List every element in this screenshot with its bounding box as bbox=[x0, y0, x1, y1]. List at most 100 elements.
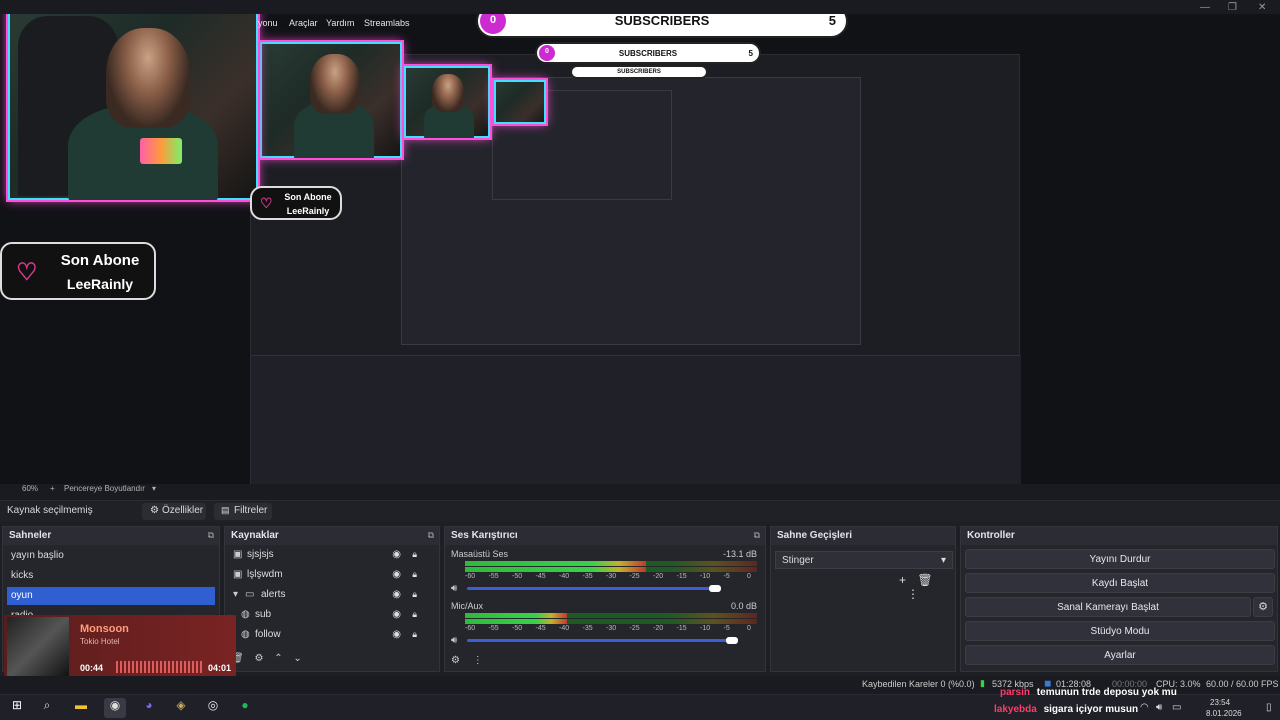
waveform bbox=[116, 661, 202, 673]
mixer-title: Ses Karıştırıcı bbox=[445, 527, 765, 545]
chat-user: lakyebda bbox=[994, 704, 1037, 715]
more-icon[interactable]: ⋮ bbox=[473, 655, 483, 666]
battery-icon[interactable]: ▭ bbox=[1172, 702, 1181, 713]
volume-slider[interactable] bbox=[467, 587, 716, 590]
properties-button[interactable]: ⚙ Özellikler bbox=[142, 503, 206, 520]
dock-float-icon[interactable]: ⧉ bbox=[754, 530, 760, 541]
league-icon[interactable]: ◈ bbox=[170, 698, 192, 718]
scene-item-selected[interactable]: oyun bbox=[7, 587, 215, 605]
move-up-icon[interactable]: ⌃ bbox=[274, 653, 282, 664]
scale-tick: -55 bbox=[488, 573, 499, 580]
eye-icon[interactable]: ◉ bbox=[392, 569, 401, 580]
chevron-down-icon[interactable]: ▾ bbox=[233, 589, 238, 600]
volume-icon[interactable]: 🔊︎ bbox=[1156, 702, 1162, 713]
scale-tick: -20 bbox=[653, 625, 664, 632]
scene-item[interactable]: kicks bbox=[7, 567, 215, 585]
eye-icon[interactable]: ◉ bbox=[392, 609, 401, 620]
source-label: sub bbox=[255, 609, 272, 620]
scale-tick: -60 bbox=[465, 573, 476, 580]
source-row[interactable]: ◍ follow ◉ 🔒︎ bbox=[229, 629, 429, 647]
source-actions: 🗑︎ ⚙ ⌃ ⌄ bbox=[231, 653, 302, 664]
filters-button[interactable]: ▤ Filtreler bbox=[214, 503, 272, 520]
maximize-icon[interactable]: ❐ bbox=[1228, 2, 1237, 13]
obs-window: 0 SUBSCRIBERS 5 0 SUBSCRIBERS 5 SUBSCRIB… bbox=[0, 0, 1280, 720]
more-icon[interactable]: ⋮ bbox=[907, 587, 919, 601]
speaker-icon[interactable]: 🔊︎ bbox=[451, 635, 457, 646]
virtual-camera-settings-icon[interactable]: ⚙ bbox=[1253, 597, 1273, 617]
close-icon[interactable]: ✕ bbox=[1258, 2, 1266, 13]
fit-window-label[interactable]: Pencereye Boyutlandır bbox=[64, 484, 145, 493]
lock-icon[interactable]: 🔒︎ bbox=[412, 549, 417, 560]
transition-select[interactable]: Stinger ▾ bbox=[775, 551, 953, 569]
channel-db: 0.0 dB bbox=[730, 601, 757, 611]
lock-icon[interactable]: 🔒︎ bbox=[412, 589, 417, 600]
clock-date[interactable]: 8.01.2026 bbox=[1206, 709, 1242, 718]
scale-tick: -35 bbox=[582, 625, 593, 632]
filter-icon: ▤ bbox=[221, 505, 230, 515]
minimize-icon[interactable]: — bbox=[1200, 2, 1210, 13]
gear-icon[interactable]: ⚙ bbox=[254, 653, 263, 664]
chevron-down-icon[interactable]: ▾ bbox=[152, 484, 156, 493]
studio-mode-button[interactable]: Stüdyo Modu bbox=[965, 621, 1275, 641]
scene-item[interactable]: yayın başlio bbox=[7, 547, 215, 565]
move-down-icon[interactable]: ⌄ bbox=[293, 653, 301, 664]
dock-float-icon[interactable]: ⧉ bbox=[208, 530, 214, 541]
obs-icon[interactable]: ◎ bbox=[202, 698, 224, 718]
search-icon[interactable]: ⌕ bbox=[36, 698, 58, 718]
source-row[interactable]: ▾ ▭ alerts ◉ 🔒︎ bbox=[229, 589, 429, 607]
source-row[interactable]: ▣ sjsjsjs ◉ 🔒︎ bbox=[229, 549, 429, 567]
windows-start-icon[interactable]: ⊞ bbox=[6, 698, 28, 718]
dropped-frames: Kaybedilen Kareler 0 (%0.0) bbox=[862, 679, 975, 689]
sources-title-text: Kaynaklar bbox=[231, 530, 279, 541]
settings-icon[interactable]: ⚙ bbox=[451, 655, 460, 666]
chat-user: parsin bbox=[1000, 687, 1031, 698]
start-recording-button[interactable]: Kaydı Başlat bbox=[965, 573, 1275, 593]
scale-tick: -15 bbox=[676, 573, 687, 580]
menu-item-tools[interactable]: Araçlar bbox=[289, 18, 318, 28]
elapsed-time: 00:44 bbox=[80, 663, 104, 673]
lock-icon[interactable]: 🔒︎ bbox=[412, 569, 417, 580]
gear-icon: ⚙ bbox=[150, 505, 159, 516]
wifi-icon[interactable]: ◠ bbox=[1140, 702, 1149, 713]
discord-icon[interactable]: ◕ bbox=[138, 698, 160, 718]
folder-icon: ▭ bbox=[245, 589, 255, 600]
start-virtual-camera-button[interactable]: Sanal Kamerayı Başlat bbox=[965, 597, 1251, 617]
source-row[interactable]: ◍ sub ◉ 🔒︎ bbox=[229, 609, 429, 627]
eye-icon[interactable]: ◉ bbox=[392, 549, 401, 560]
volume-knob[interactable] bbox=[725, 637, 738, 644]
trash-icon[interactable]: 🗑︎ bbox=[917, 573, 932, 587]
controls-title: Kontroller bbox=[961, 527, 1277, 545]
file-explorer-icon[interactable]: ▬ bbox=[70, 698, 92, 718]
son-abone-title-nested: Son Abone bbox=[284, 192, 332, 202]
transitions-dock: Sahne Geçişleri Stinger ▾ + 🗑︎ ⋮ bbox=[770, 526, 956, 672]
scenes-title: Sahneler bbox=[3, 527, 219, 545]
lock-icon[interactable]: 🔒︎ bbox=[412, 609, 417, 620]
preview-canvas[interactable]: 0 SUBSCRIBERS 5 0 SUBSCRIBERS 5 SUBSCRIB… bbox=[0, 4, 1280, 488]
chrome-icon[interactable]: ◉ bbox=[104, 698, 126, 718]
speaker-icon[interactable]: 🔊︎ bbox=[451, 583, 457, 594]
webcam-nested-2 bbox=[404, 66, 490, 138]
menu-item-help[interactable]: Yardım bbox=[326, 18, 354, 28]
webcam-nested-3 bbox=[494, 80, 546, 124]
spotify-icon[interactable]: ● bbox=[234, 698, 256, 718]
volume-knob[interactable] bbox=[709, 585, 722, 592]
zoom-in-button[interactable]: + bbox=[50, 484, 55, 493]
menu-item-streamlabs[interactable]: Streamlabs bbox=[364, 18, 410, 28]
zoom-level[interactable]: 60% bbox=[22, 484, 38, 493]
clock-time[interactable]: 23:54 bbox=[1210, 698, 1230, 707]
notifications-icon[interactable]: ▯ bbox=[1266, 702, 1272, 713]
settings-button[interactable]: Ayarlar bbox=[965, 645, 1275, 665]
volume-slider[interactable] bbox=[467, 639, 732, 642]
sources-title: Kaynaklar bbox=[225, 527, 439, 545]
eye-icon[interactable]: ◉ bbox=[392, 629, 401, 640]
scale-tick: 0 bbox=[747, 573, 751, 580]
menu-item-yonu[interactable]: yonu bbox=[258, 18, 278, 28]
add-icon[interactable]: + bbox=[899, 573, 906, 587]
stop-stream-button[interactable]: Yayını Durdur bbox=[965, 549, 1275, 569]
eye-icon[interactable]: ◉ bbox=[392, 589, 401, 600]
dock-float-icon[interactable]: ⧉ bbox=[428, 530, 434, 541]
source-row[interactable]: ▣ lşlşwdm ◉ 🔒︎ bbox=[229, 569, 429, 587]
chevron-down-icon: ▾ bbox=[940, 555, 946, 566]
controls-dock: Kontroller Yayını Durdur Kaydı Başlat Sa… bbox=[960, 526, 1278, 672]
lock-icon[interactable]: 🔒︎ bbox=[412, 629, 417, 640]
